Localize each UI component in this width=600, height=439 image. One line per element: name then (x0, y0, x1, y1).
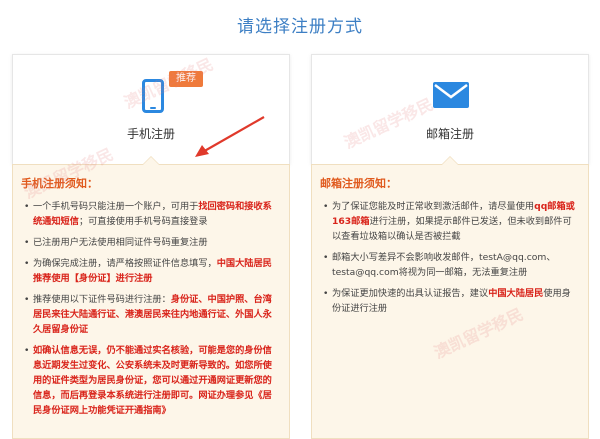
phone-notice-title: 手机注册须知： (21, 177, 98, 190)
page-title: 请选择注册方式 (237, 17, 363, 37)
phone-icon (142, 79, 164, 113)
phone-register-option[interactable]: 推荐 手机注册 (12, 54, 290, 164)
notice-caret (142, 156, 160, 165)
email-register-notice: 邮箱注册须知： 为了保证您能及时正常收到激活邮件，请尽量使用qq邮箱或163邮箱… (311, 156, 589, 439)
mail-icon (433, 82, 469, 108)
email-register-label: 邮箱注册 (425, 127, 474, 141)
phone-register-label: 手机注册 (126, 127, 175, 141)
phone-register-notice: 手机注册须知： 一个手机号码只能注册一个账户，可用于找回密码和接收系统通知短信；… (12, 156, 290, 439)
email-notice-list: 为了保证您能及时正常收到激活邮件，请尽量使用qq邮箱或163邮箱进行注册，如果提… (322, 199, 580, 322)
notice-item: 如确认信息无误，仍不能通过实名核验，可能是您的身份信息近期发生过变化、公安系统未… (23, 343, 281, 418)
email-notice-title: 邮箱注册须知： (320, 177, 397, 190)
notice-item: 邮箱大小写差异不会影响收发邮件，testA@qq.com、testa@qq.co… (322, 250, 580, 280)
phone-notice-list: 一个手机号码只能注册一个账户，可用于找回密码和接收系统通知短信；可直接使用手机号… (23, 199, 281, 424)
notice-item: 已注册用户无法使用相同证件号码重复注册 (23, 235, 281, 250)
notice-item: 为了保证您能及时正常收到激活邮件，请尽量使用qq邮箱或163邮箱进行注册，如果提… (322, 199, 580, 244)
notice-item: 推荐使用以下证件号码进行注册：身份证、中国护照、台湾居民来往大陆通行证、港澳居民… (23, 292, 281, 337)
email-register-option[interactable]: 邮箱注册 (311, 54, 589, 164)
recommend-badge: 推荐 (169, 71, 203, 87)
notice-item: 为确保完成注册，请严格按照证件信息填写，中国大陆居民推荐使用【身份证】进行注册 (23, 256, 281, 286)
notice-item: 一个手机号码只能注册一个账户，可用于找回密码和接收系统通知短信；可直接使用手机号… (23, 199, 281, 229)
notice-caret (441, 156, 459, 165)
notice-item: 为保证更加快速的出具认证报告，建议中国大陆居民使用身份证进行注册 (322, 286, 580, 316)
